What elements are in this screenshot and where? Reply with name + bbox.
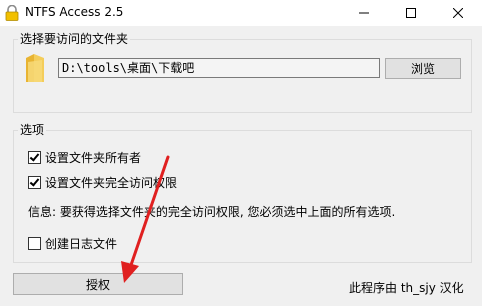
full-access-checkbox[interactable] [28, 176, 41, 189]
folder-path-field[interactable]: D:\tools\桌面\下载吧 [58, 58, 380, 78]
minimize-button[interactable] [341, 0, 387, 26]
info-text: 信息: 要获得选择文件夹的完全访问权限, 您必须选中上面的所有选项. [28, 205, 396, 219]
authorize-button-label: 授权 [85, 277, 110, 292]
create-log-label: 创建日志文件 [45, 237, 118, 251]
create-log-checkbox[interactable] [28, 237, 41, 250]
create-log-option[interactable]: 创建日志文件 [28, 235, 117, 252]
set-owner-checkbox[interactable] [28, 151, 41, 164]
options-group-label: 选项 [18, 121, 47, 138]
close-icon [453, 8, 463, 18]
padlock-icon [5, 5, 19, 21]
title-bar[interactable]: NTFS Access 2.5 [0, 0, 482, 26]
folder-group-label: 选择要访问的文件夹 [18, 30, 131, 47]
folder-icon [26, 54, 44, 82]
window-title: NTFS Access 2.5 [25, 5, 124, 19]
full-access-option[interactable]: 设置文件夹完全访问权限 [28, 174, 177, 191]
set-owner-option[interactable]: 设置文件夹所有者 [28, 149, 141, 166]
set-owner-label: 设置文件夹所有者 [45, 151, 142, 165]
authorize-button[interactable]: 授权 [13, 273, 183, 295]
browse-button[interactable]: 浏览 [385, 58, 461, 79]
browse-button-label: 浏览 [410, 62, 435, 76]
minimize-icon [359, 12, 369, 14]
maximize-button[interactable] [388, 0, 434, 26]
credit-text: 此程序由 th_sjy 汉化 [349, 281, 464, 295]
maximize-icon [406, 8, 416, 18]
close-button[interactable] [435, 0, 481, 26]
full-access-label: 设置文件夹完全访问权限 [45, 176, 178, 190]
